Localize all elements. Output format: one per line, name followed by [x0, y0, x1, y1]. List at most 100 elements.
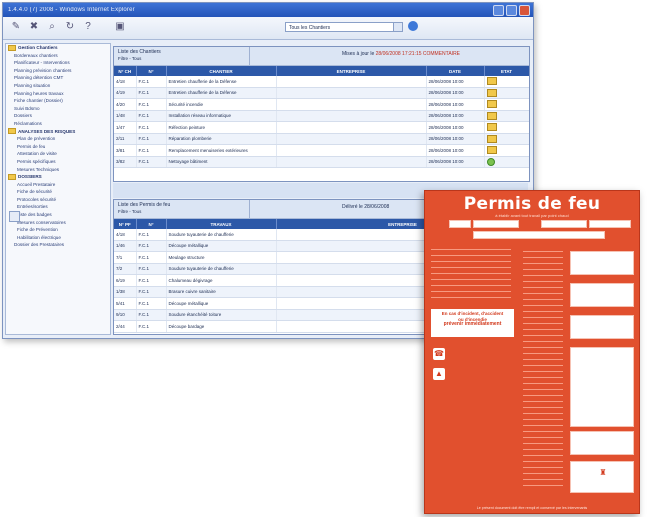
tree-item[interactable]: Permis spécifiques: [6, 158, 110, 166]
edit-icon[interactable]: ✎: [9, 20, 23, 34]
column-header[interactable]: CHANTIER: [166, 66, 277, 76]
status-cell: [484, 87, 529, 99]
measures-box-1[interactable]: [570, 251, 634, 275]
folder-icon[interactable]: [486, 100, 497, 109]
table-cell: [276, 110, 427, 122]
tree-item[interactable]: Planning prévision chantiers: [6, 67, 110, 75]
folder-icon[interactable]: [486, 111, 497, 120]
table-row[interactable]: 1/48 F.C.1 Installation réseau informatiqu…: [114, 110, 529, 122]
tree-item[interactable]: Gestion Chantiers: [6, 44, 110, 52]
table-cell: 1/47: [114, 121, 137, 134]
tree-item-label: ANALYSES DES RISQUES: [18, 128, 76, 134]
tree-item[interactable]: Planning détention CMT: [6, 74, 110, 82]
tree-item[interactable]: Habilitation électrique: [6, 234, 110, 242]
phone-icon: ☎: [433, 348, 445, 360]
table-row[interactable]: 3/82 F.C.1 Nettoyage bâtiment 28/06/2008 10…: [114, 156, 529, 168]
column-header[interactable]: ENTREPRISE: [276, 66, 427, 76]
delete-icon[interactable]: ✖: [27, 20, 41, 34]
tree-item[interactable]: Mesures Techniques: [6, 166, 110, 174]
permis-de-feu-form: Permis de feu à établir avant tout trava…: [424, 190, 640, 514]
table-cell: Découpe bardage: [166, 320, 277, 333]
tree-item[interactable]: Planificateur - Interventions: [6, 59, 110, 67]
tree-item[interactable]: DOSSIERS: [6, 173, 110, 181]
table-cell: 7/2: [114, 263, 137, 275]
tree-item[interactable]: Permis de feu: [6, 143, 110, 151]
tree-item[interactable]: Liste des badges: [6, 211, 110, 219]
tree-toggle-button[interactable]: [9, 211, 20, 222]
observations-box[interactable]: [570, 347, 634, 427]
warning-line-3: prévenir immédiatement: [443, 321, 502, 327]
chantiers-panel-header: Liste des Chantiers Filtre - Tous Mises …: [114, 47, 529, 66]
chantier-filter-select[interactable]: Tous les Chantiers: [285, 22, 403, 32]
column-header[interactable]: N° PF: [114, 219, 137, 229]
table-cell: F.C.1: [136, 309, 167, 321]
tree-item[interactable]: Fiche de sécurité: [6, 188, 110, 196]
refresh-icon[interactable]: ↻: [63, 20, 77, 34]
chantiers-panel-title: Liste des Chantiers: [118, 49, 161, 55]
chevron-down-icon[interactable]: [393, 23, 402, 31]
duration-field[interactable]: [589, 220, 631, 228]
folder-icon[interactable]: [486, 77, 497, 86]
tree-item-label: Planning situation: [14, 82, 51, 88]
column-header[interactable]: N°: [136, 66, 167, 76]
help-icon[interactable]: ?: [81, 20, 95, 34]
tree-item[interactable]: Fiche de Prévention: [6, 226, 110, 234]
folder-icon: [8, 128, 16, 135]
column-header[interactable]: N°: [136, 219, 167, 229]
tree-item-label: Planning détention CMT: [14, 75, 64, 81]
measures-box-3[interactable]: [570, 315, 634, 339]
table-row[interactable]: 4/20 F.C.1 Sécurité incendie 28/06/2008 10:…: [114, 98, 529, 111]
measures-box-2[interactable]: [570, 283, 634, 307]
folder-icon[interactable]: [486, 88, 497, 97]
tree-item[interactable]: Accueil Prestataire: [6, 181, 110, 189]
tree-item[interactable]: ANALYSES DES RISQUES: [6, 128, 110, 136]
tree-item[interactable]: Protocoles sécurité: [6, 196, 110, 204]
column-header[interactable]: TRAVAUX: [166, 219, 277, 229]
table-cell: Sécurité incendie: [166, 98, 277, 111]
minimize-button[interactable]: [493, 5, 504, 16]
tree-item[interactable]: Planning situation: [6, 82, 110, 90]
folder-icon[interactable]: [486, 146, 497, 155]
table-cell: Découpe métallique: [166, 297, 277, 310]
save-icon[interactable]: ▣: [113, 20, 127, 34]
tree-item[interactable]: Dossiers: [6, 112, 110, 120]
maximize-button[interactable]: [506, 5, 517, 16]
location-field[interactable]: [473, 231, 605, 239]
column-header[interactable]: N° CH: [114, 66, 137, 76]
table-cell: 28/06/2008 10:00: [426, 156, 485, 168]
tree-item[interactable]: Attestation de visite: [6, 150, 110, 158]
table-cell: 3/82: [114, 156, 137, 168]
check-icon[interactable]: [486, 157, 495, 166]
table-cell: F.C.1: [136, 274, 167, 287]
tree-item[interactable]: Planning heures travaux: [6, 90, 110, 98]
table-row[interactable]: 1/47 F.C.1 Réfection peinture 28/06/2008 10…: [114, 121, 529, 134]
table-row[interactable]: 4/18 F.C.1 Entretien chaufferie de la Défe…: [114, 76, 529, 88]
table-cell: Réparation plomberie: [166, 133, 277, 145]
folder-icon[interactable]: [486, 123, 497, 132]
tree-item[interactable]: Dossier des Prestataires: [6, 241, 110, 249]
table-row[interactable]: 2/11 F.C.1 Réparation plomberie 28/06/2008 …: [114, 133, 529, 145]
signature-box-1[interactable]: [570, 431, 634, 455]
column-header[interactable]: ETAT: [484, 66, 529, 76]
table-cell: 7/1: [114, 251, 137, 264]
table-cell: 28/06/2008 10:00: [426, 98, 485, 111]
tree-item[interactable]: Mesures conservatoires: [6, 219, 110, 227]
column-header[interactable]: DATE: [426, 66, 485, 76]
tree-item[interactable]: Réclamations: [6, 120, 110, 128]
table-row[interactable]: 4/19 F.C.1 Entretien chaufferie de la Défe…: [114, 87, 529, 99]
close-button[interactable]: [519, 5, 530, 16]
date-field[interactable]: [449, 220, 471, 228]
table-cell: 28/06/2008 10:00: [426, 121, 485, 134]
time-from-field[interactable]: [473, 220, 519, 228]
tree-item[interactable]: Entrées/sorties: [6, 203, 110, 211]
table-cell: Nettoyage bâtiment: [166, 156, 277, 168]
tree-item[interactable]: Fiche chantier (Dossier): [6, 97, 110, 105]
tree-item[interactable]: Plan de prévention: [6, 135, 110, 143]
time-to-field[interactable]: [541, 220, 587, 228]
go-button[interactable]: [408, 21, 418, 31]
table-row[interactable]: 3/81 F.C.1 Remplacement menuiseries extéri…: [114, 144, 529, 157]
folder-icon[interactable]: [486, 134, 497, 143]
tree-item[interactable]: Bordereaux chantiers: [6, 52, 110, 60]
search-icon[interactable]: ⌕: [45, 20, 59, 34]
tree-item[interactable]: Suivi Bdsmo: [6, 105, 110, 113]
